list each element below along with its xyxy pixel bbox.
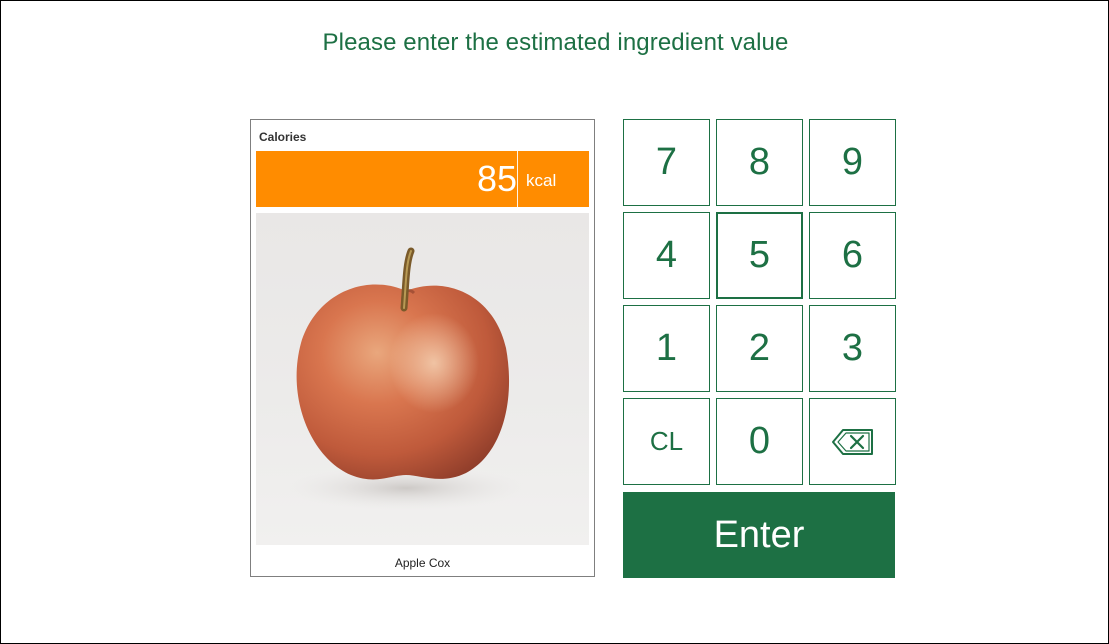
key-8[interactable]: 8 <box>716 119 803 206</box>
key-3[interactable]: 3 <box>809 305 896 392</box>
key-1[interactable]: 1 <box>623 305 710 392</box>
key-7[interactable]: 7 <box>623 119 710 206</box>
apple-image <box>286 247 526 510</box>
clear-button[interactable]: CL <box>623 398 710 485</box>
key-6[interactable]: 6 <box>809 212 896 299</box>
backspace-button[interactable] <box>809 398 896 485</box>
key-0[interactable]: 0 <box>716 398 803 485</box>
key-4[interactable]: 4 <box>623 212 710 299</box>
value-display: 85 kcal <box>256 151 589 207</box>
value-divider <box>517 151 518 207</box>
food-name: Apple Cox <box>394 556 451 570</box>
food-photo <box>256 213 589 545</box>
app-window: Please enter the estimated ingredient va… <box>0 0 1109 644</box>
food-card: Calories 85 kcal Apple Cox <box>250 119 595 577</box>
key-2[interactable]: 2 <box>716 305 803 392</box>
key-9[interactable]: 9 <box>809 119 896 206</box>
enter-button[interactable]: Enter <box>623 492 895 578</box>
key-5[interactable]: 5 <box>716 212 803 299</box>
nutrient-label: Calories <box>259 130 307 144</box>
instruction-text: Please enter the estimated ingredient va… <box>322 29 789 56</box>
value-unit: kcal <box>526 171 557 190</box>
backspace-icon <box>831 428 873 455</box>
value-number: 85 <box>476 158 517 199</box>
